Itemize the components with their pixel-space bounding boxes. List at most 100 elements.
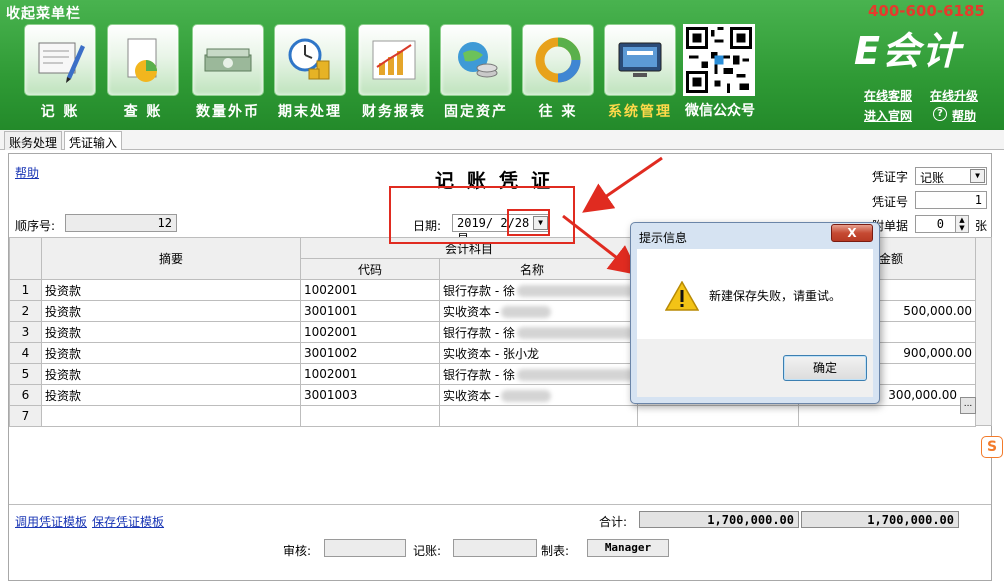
brand-logo: E会计	[854, 29, 962, 73]
summary-cell[interactable]: 投资款	[41, 342, 301, 364]
row-number: 2	[9, 300, 42, 322]
row-number: 1	[9, 279, 42, 301]
name-cell[interactable]: 实收资本 -	[438, 384, 639, 406]
online-upgrade-link[interactable]: 在线升级	[930, 87, 978, 104]
summary-cell[interactable]	[41, 405, 301, 427]
hotline-number: 400-600-6185	[868, 2, 985, 20]
current-accounts-button[interactable]: 往 来	[520, 24, 596, 124]
summary-cell[interactable]: 投资款	[41, 321, 301, 343]
chevron-down-icon[interactable]: ▼	[970, 169, 985, 183]
collapse-menu-link[interactable]: 收起菜单栏	[6, 3, 81, 23]
tab-voucher-entry[interactable]: 凭证输入	[64, 131, 123, 150]
system-management-button[interactable]: 系统管理	[602, 24, 678, 124]
system-management-label: 系统管理	[608, 104, 672, 120]
row-number-header	[9, 237, 42, 280]
account-name: 银行存款 - 徐	[443, 325, 515, 340]
period-end-button[interactable]: 期末处理	[272, 24, 348, 124]
top-toolbar: 收起菜单栏 记 账 查 账 数量外币 期末处理 财务报表 固定资产 往 来 系统…	[0, 0, 1004, 130]
preparer-label: 制表:	[541, 544, 570, 558]
save-template-link[interactable]: 保存凭证模板	[92, 513, 164, 530]
code-header: 代码	[300, 258, 440, 280]
wechat-account-label: 微信公众号	[685, 103, 755, 119]
name-cell[interactable]	[438, 405, 639, 427]
dialog-title: 提示信息	[639, 231, 688, 245]
bookkeeping-button[interactable]: 记 账	[22, 24, 98, 124]
fixed-assets-button[interactable]: 固定资产	[438, 24, 514, 124]
banknotes-icon	[192, 24, 264, 96]
name-cell[interactable]: 实收资本 - 张小龙	[438, 342, 639, 364]
sequence-label: 顺序号:	[15, 219, 56, 233]
call-template-link[interactable]: 调用凭证模板	[15, 513, 87, 530]
attachments-spinner[interactable]: ▲ ▼	[955, 215, 969, 233]
name-cell[interactable]: 银行存款 - 徐有	[438, 279, 639, 301]
bar-chart-report-icon	[358, 24, 430, 96]
redaction-blur	[501, 306, 552, 318]
footer-divider	[9, 504, 991, 505]
bookkeeping-label: 记 账	[40, 104, 80, 120]
help-link[interactable]: 帮助	[15, 164, 39, 181]
ring-chart-icon	[522, 24, 594, 96]
code-cell[interactable]: 1002001	[300, 279, 440, 301]
grid-scrollbar[interactable]	[975, 237, 992, 426]
amount-cell[interactable]	[798, 405, 977, 427]
tab-accounting[interactable]: 账务处理	[4, 131, 63, 150]
code-cell[interactable]: 3001001	[300, 300, 440, 322]
debit-cell[interactable]	[637, 405, 800, 427]
row-number: 5	[9, 363, 42, 385]
audit-field	[324, 539, 406, 557]
check-accounts-button[interactable]: 查 账	[105, 24, 181, 124]
code-cell[interactable]: 1002001	[300, 321, 440, 343]
row-number: 4	[9, 342, 42, 364]
account-name: 银行存款 - 徐	[443, 367, 515, 382]
pen-document-icon	[24, 24, 96, 96]
info-dialog: 提示信息 X 新建保存失败，请重试。 确定	[630, 222, 880, 404]
official-website-link[interactable]: 进入官网	[864, 107, 912, 124]
period-end-label: 期末处理	[278, 104, 342, 120]
account-name: 实收资本 -	[443, 304, 500, 319]
summary-header: 摘要	[41, 237, 301, 280]
input-method-icon[interactable]: S	[981, 436, 1003, 458]
bookkeep-label: 记账:	[413, 544, 442, 558]
summary-cell[interactable]: 投资款	[41, 384, 301, 406]
wechat-qr-code	[683, 24, 755, 96]
sequence-field: 12	[65, 214, 177, 232]
voucher-no-label: 凭证号	[872, 195, 909, 209]
summary-cell[interactable]: 投资款	[41, 279, 301, 301]
redaction-blur	[516, 327, 637, 339]
name-cell[interactable]: 银行存款 - 徐	[438, 321, 639, 343]
financial-reports-button[interactable]: 财务报表	[356, 24, 432, 124]
monitor-settings-icon	[604, 24, 676, 96]
name-cell[interactable]: 实收资本 -	[438, 300, 639, 322]
ellipsis-button[interactable]: ...	[960, 397, 976, 414]
row-number: 3	[9, 321, 42, 343]
financial-reports-label: 财务报表	[362, 104, 426, 120]
toolbar-help-link[interactable]: 帮助	[952, 107, 976, 124]
ok-button[interactable]: 确定	[783, 355, 867, 381]
code-cell[interactable]: 3001003	[300, 384, 440, 406]
audit-label: 审核:	[283, 544, 312, 558]
summary-cell[interactable]: 投资款	[41, 363, 301, 385]
name-cell[interactable]: 银行存款 - 徐	[438, 363, 639, 385]
summary-cell[interactable]: 投资款	[41, 300, 301, 322]
code-cell[interactable]: 3001002	[300, 342, 440, 364]
quantity-currency-button[interactable]: 数量外币	[190, 24, 266, 124]
redaction-blur	[516, 369, 637, 381]
dialog-body: 新建保存失败，请重试。	[637, 249, 873, 339]
redaction-blur	[516, 285, 637, 297]
fixed-assets-label: 固定资产	[444, 104, 508, 120]
voucher-type-select[interactable]: 记账 ▼	[915, 167, 987, 185]
online-service-link[interactable]: 在线客服	[864, 87, 912, 104]
row-number: 7	[9, 405, 42, 427]
account-name: 实收资本 -	[443, 388, 500, 403]
help-circle-icon: ?	[933, 107, 947, 121]
code-cell[interactable]: 1002001	[300, 363, 440, 385]
quantity-currency-label: 数量外币	[196, 104, 260, 120]
voucher-no-field[interactable]: 1	[915, 191, 987, 209]
close-button[interactable]: X	[831, 224, 873, 242]
current-accounts-label: 往 来	[538, 104, 578, 120]
voucher-type-label: 凭证字	[872, 170, 909, 184]
name-header: 名称	[438, 258, 639, 280]
code-cell[interactable]	[300, 405, 440, 427]
table-row[interactable]: 7	[9, 405, 977, 427]
dialog-footer: 确定	[637, 339, 873, 397]
